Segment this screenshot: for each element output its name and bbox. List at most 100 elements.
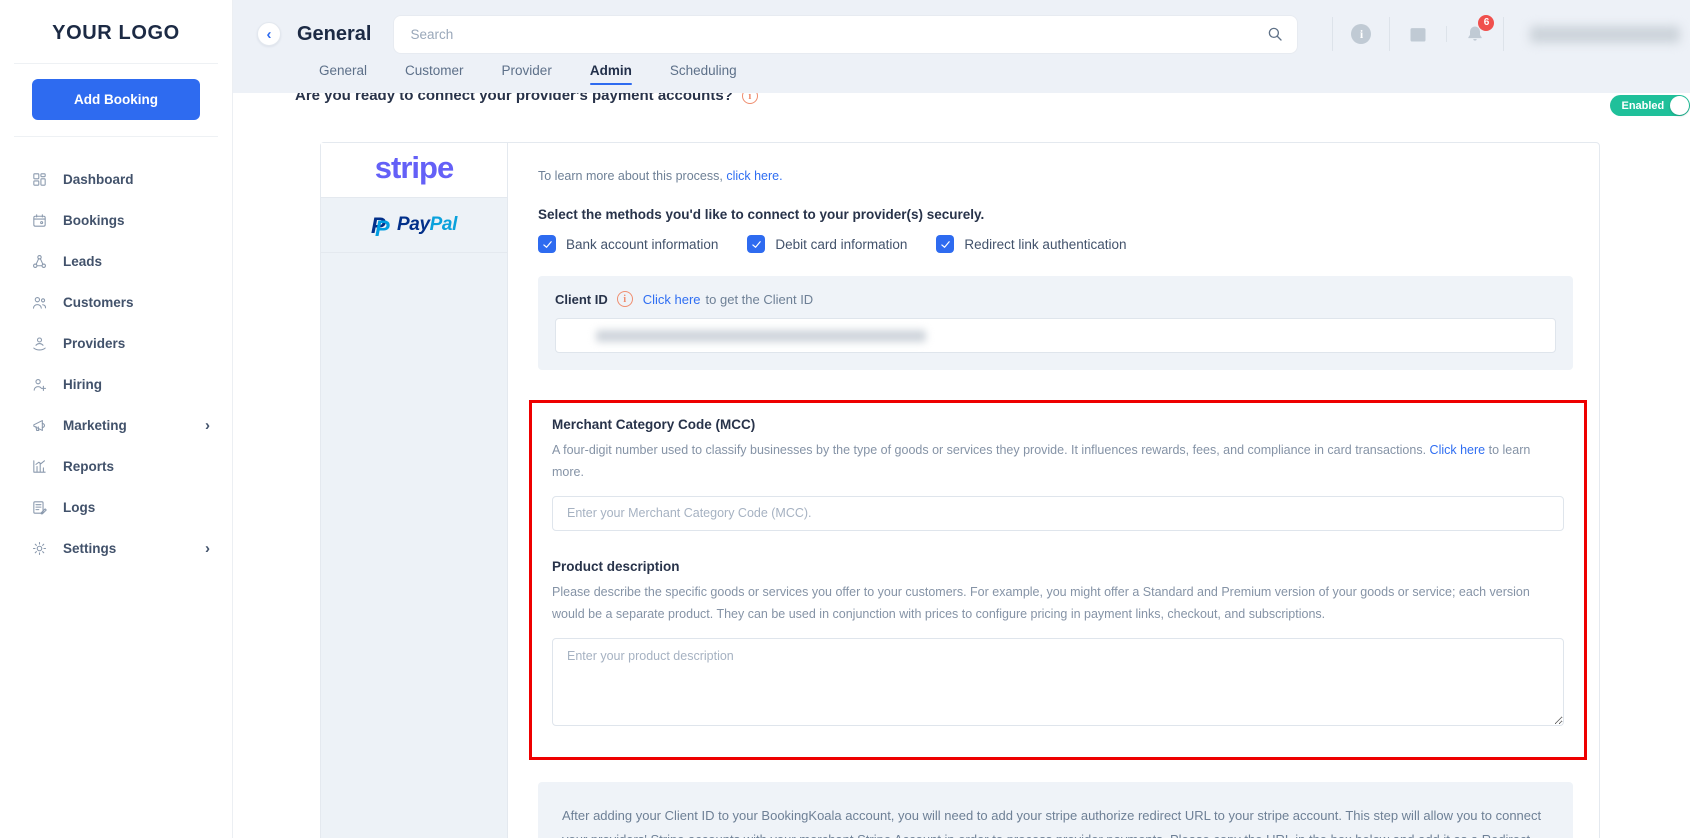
content-header: Are you ready to connect your provider's… xyxy=(295,93,1690,116)
checkbox-checked-icon[interactable] xyxy=(538,235,556,253)
content-area: Are you ready to connect your provider's… xyxy=(233,93,1690,838)
back-button[interactable]: ‹ xyxy=(257,22,281,46)
stripe-logo: stripe xyxy=(374,149,454,185)
checkbox-label: Debit card information xyxy=(775,236,908,252)
sidebar-item-hiring[interactable]: Hiring xyxy=(0,364,232,405)
tab-general[interactable]: General xyxy=(319,63,367,87)
search-bar xyxy=(393,14,1299,54)
dashboard-icon xyxy=(33,173,46,186)
method-checkboxes: Bank account information Debit card info… xyxy=(538,235,1573,253)
chevron-right-icon: › xyxy=(205,540,210,557)
tab-paypal[interactable]: P P Pay Pal xyxy=(321,198,507,253)
paypal-logo: P P Pay Pal xyxy=(371,213,457,241)
sidebar-item-label: Providers xyxy=(63,336,126,351)
sidebar-item-label: Bookings xyxy=(63,213,125,228)
stripe-settings-body: To learn more about this process, click … xyxy=(508,143,1599,838)
notification-badge: 6 xyxy=(1478,15,1495,31)
sidebar-item-bookings[interactable]: Bookings xyxy=(0,200,232,241)
sidebar: YOUR LOGO Add Booking Dashboard Bookings… xyxy=(0,0,233,838)
client-id-link[interactable]: Click here xyxy=(643,292,701,307)
tab-provider[interactable]: Provider xyxy=(502,63,552,87)
tab-scheduling[interactable]: Scheduling xyxy=(670,63,737,87)
topbar: ‹ General i xyxy=(233,0,1690,93)
sidebar-item-reports[interactable]: Reports xyxy=(0,446,232,487)
divider xyxy=(1446,26,1448,42)
notifications-button[interactable]: 6 xyxy=(1463,15,1495,46)
sidebar-item-label: Logs xyxy=(63,500,96,515)
enabled-toggle[interactable]: Enabled xyxy=(1610,95,1690,116)
client-id-panel: Client ID i Click here to get the Client… xyxy=(538,276,1573,370)
mcc-input[interactable] xyxy=(552,495,1564,531)
checkbox-label: Bank account information xyxy=(566,236,719,252)
page-title: General xyxy=(297,22,372,45)
select-methods-heading: Select the methods you'd like to connect… xyxy=(538,207,985,222)
add-booking-button[interactable]: Add Booking xyxy=(32,79,200,120)
customers-icon xyxy=(32,297,47,309)
main-column: ‹ General i xyxy=(233,0,1690,838)
divider xyxy=(1332,17,1334,51)
providers-icon xyxy=(33,337,46,351)
sidebar-item-label: Customers xyxy=(63,295,134,310)
user-name-blurred[interactable] xyxy=(1530,25,1681,43)
sidebar-item-marketing[interactable]: Marketing › xyxy=(0,405,232,446)
client-id-suffix: to get the Client ID xyxy=(705,291,814,307)
toggle-label: Enabled xyxy=(1621,99,1665,112)
search-icon[interactable] xyxy=(1266,25,1284,43)
client-id-input[interactable] xyxy=(555,318,1556,353)
info-icon: i xyxy=(1351,24,1372,44)
sidebar-item-label: Leads xyxy=(63,254,103,269)
sidebar-item-label: Settings xyxy=(63,541,117,556)
tab-customer[interactable]: Customer xyxy=(405,63,464,87)
client-id-value-blurred xyxy=(596,329,926,342)
paypal-icon: P P xyxy=(371,213,390,241)
checkbox-label: Redirect link authentication xyxy=(964,236,1127,252)
toggle-knob xyxy=(1670,96,1690,115)
checkbox-bank-account[interactable]: Bank account information xyxy=(538,235,718,253)
mcc-field-group: Merchant Category Code (MCC) A four-digi… xyxy=(552,417,1564,531)
chevron-right-icon: › xyxy=(205,417,210,434)
sidebar-item-label: Hiring xyxy=(63,377,102,392)
info-icon[interactable]: i xyxy=(616,291,633,307)
mcc-learn-more-link[interactable]: Click here xyxy=(1430,443,1486,457)
marketing-icon xyxy=(33,420,45,431)
checkbox-redirect-link[interactable]: Redirect link authentication xyxy=(936,235,1127,253)
bookings-icon xyxy=(33,214,46,227)
reports-icon xyxy=(33,460,46,473)
settings-icon xyxy=(32,541,47,556)
learn-more-text: To learn more about this process, xyxy=(538,169,723,183)
product-description-group: Product description Please describe the … xyxy=(552,559,1564,731)
payment-gateway-card: stripe P P Pay Pal To learn more about t… xyxy=(320,142,1600,838)
redirect-instructions: After adding your Client ID to your Book… xyxy=(562,807,1542,838)
checkbox-checked-icon[interactable] xyxy=(936,235,955,253)
logs-icon xyxy=(33,501,47,515)
tab-admin[interactable]: Admin xyxy=(589,63,632,87)
info-icon[interactable]: i xyxy=(741,93,758,104)
product-description-input[interactable] xyxy=(552,637,1564,726)
help-button[interactable]: i xyxy=(1349,22,1373,46)
product-title: Product description xyxy=(552,558,680,574)
topbar-icon-group: i 6 xyxy=(1316,15,1690,51)
calendar-button[interactable] xyxy=(1406,22,1430,46)
client-id-label: Client ID xyxy=(555,291,608,307)
sidebar-item-customers[interactable]: Customers xyxy=(0,282,232,323)
checkbox-debit-card[interactable]: Debit card information xyxy=(747,235,907,253)
rail-background xyxy=(321,253,507,838)
annotation-highlight-box: Merchant Category Code (MCC) A four-digi… xyxy=(529,400,1587,760)
sidebar-item-dashboard[interactable]: Dashboard xyxy=(0,159,232,200)
checkbox-checked-icon[interactable] xyxy=(747,235,766,253)
sidebar-item-label: Marketing xyxy=(63,418,127,433)
app-root: YOUR LOGO Add Booking Dashboard Bookings… xyxy=(0,0,1690,838)
tab-stripe[interactable]: stripe xyxy=(321,143,507,198)
sidebar-item-logs[interactable]: Logs xyxy=(0,487,232,528)
sidebar-item-providers[interactable]: Providers xyxy=(0,323,232,364)
sidebar-item-leads[interactable]: Leads xyxy=(0,241,232,282)
sidebar-item-settings[interactable]: Settings › xyxy=(0,528,232,569)
learn-more-line: To learn more about this process, click … xyxy=(538,169,1573,183)
sidebar-item-label: Reports xyxy=(63,459,115,474)
learn-more-link[interactable]: click here. xyxy=(726,169,782,183)
sidebar-item-label: Dashboard xyxy=(63,172,134,187)
hiring-icon xyxy=(33,379,47,392)
gateway-tab-rail: stripe P P Pay Pal xyxy=(321,143,508,838)
search-input[interactable] xyxy=(393,14,1299,54)
settings-tabs: General Customer Provider Admin Scheduli… xyxy=(319,63,1690,87)
